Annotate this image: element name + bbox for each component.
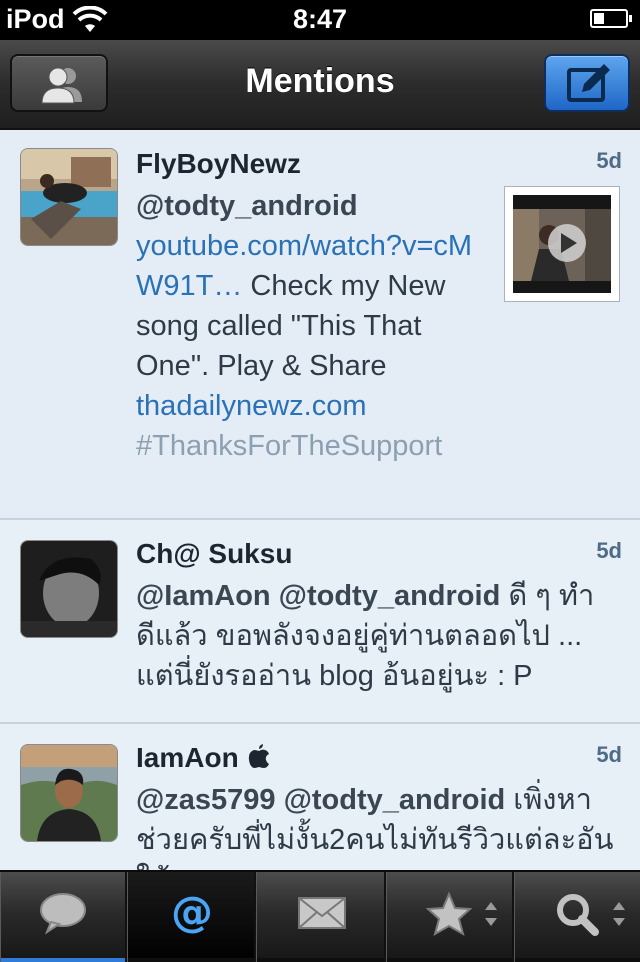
tweet-row[interactable]: Ch@ Suksu 5d @IamAon @todty_android ดี ๆ…: [0, 520, 640, 724]
at-sign-icon: @: [171, 887, 213, 936]
video-thumbnail[interactable]: [504, 186, 620, 302]
at-sign-icon-graphic: @: [171, 887, 213, 936]
envelope-icon: [298, 897, 346, 929]
tweet-age: 5d: [596, 538, 622, 563]
compose-icon: [567, 64, 610, 102]
tab-indicator: [257, 958, 384, 962]
compose-button[interactable]: [544, 54, 630, 112]
tweet-text: @zas5799 @todty_android เพิ่งหาช่วยครับพ…: [136, 780, 626, 870]
tab-mentions[interactable]: @: [127, 872, 256, 962]
speech-bubble-icon: [40, 893, 86, 935]
tweet-age: 5d: [596, 742, 622, 767]
tweet-text: @todty_android youtube.com/watch?v=cMW91…: [136, 186, 486, 466]
tab-indicator: [387, 958, 512, 962]
star-icon: [425, 891, 497, 937]
tweet-text: @IamAon @todty_android ดี ๆ ทำดีแล้ว ขอพ…: [136, 576, 626, 696]
tweet-author[interactable]: IamAon: [136, 742, 270, 774]
avatar[interactable]: [20, 744, 118, 842]
tab-favorites[interactable]: [386, 872, 514, 962]
clock: 8:47: [292, 4, 348, 34]
navigation-bar: Mentions: [0, 40, 640, 130]
tab-timeline[interactable]: [0, 872, 127, 962]
tab-indicator: [1, 958, 125, 962]
hashtag-link[interactable]: #ThanksForTheSupport: [136, 430, 442, 462]
tweet-author-name: IamAon: [136, 742, 239, 773]
tab-bar: @: [0, 870, 640, 962]
mentions-timeline[interactable]: FlyBoyNewz 5d @todty_android youtube.com…: [0, 130, 640, 870]
mention-link[interactable]: @todty_android: [136, 190, 358, 222]
play-icon: [513, 195, 611, 293]
mention-link[interactable]: @zas5799 @todty_android: [136, 784, 505, 816]
url-link[interactable]: thadailynewz.com: [136, 390, 367, 422]
status-bar: iPod 8:47: [0, 0, 640, 40]
tweet-row[interactable]: IamAon 5d @zas5799 @todty_android เพิ่งห…: [0, 724, 640, 870]
search-icon: [557, 894, 625, 936]
tweet-age: 5d: [596, 148, 622, 173]
tab-messages[interactable]: [256, 872, 386, 962]
mention-link[interactable]: @IamAon @todty_android: [136, 580, 500, 612]
tweet-row[interactable]: FlyBoyNewz 5d @todty_android youtube.com…: [0, 130, 640, 520]
tab-search[interactable]: [514, 872, 640, 962]
tweet-author[interactable]: FlyBoyNewz: [136, 148, 301, 180]
apple-icon: [249, 744, 270, 768]
battery-icon: [590, 9, 632, 28]
avatar[interactable]: [20, 148, 118, 246]
tab-indicator: [128, 958, 254, 962]
tab-indicator: [515, 958, 640, 962]
avatar[interactable]: [20, 540, 118, 638]
tweet-author[interactable]: Ch@ Suksu: [136, 538, 292, 570]
